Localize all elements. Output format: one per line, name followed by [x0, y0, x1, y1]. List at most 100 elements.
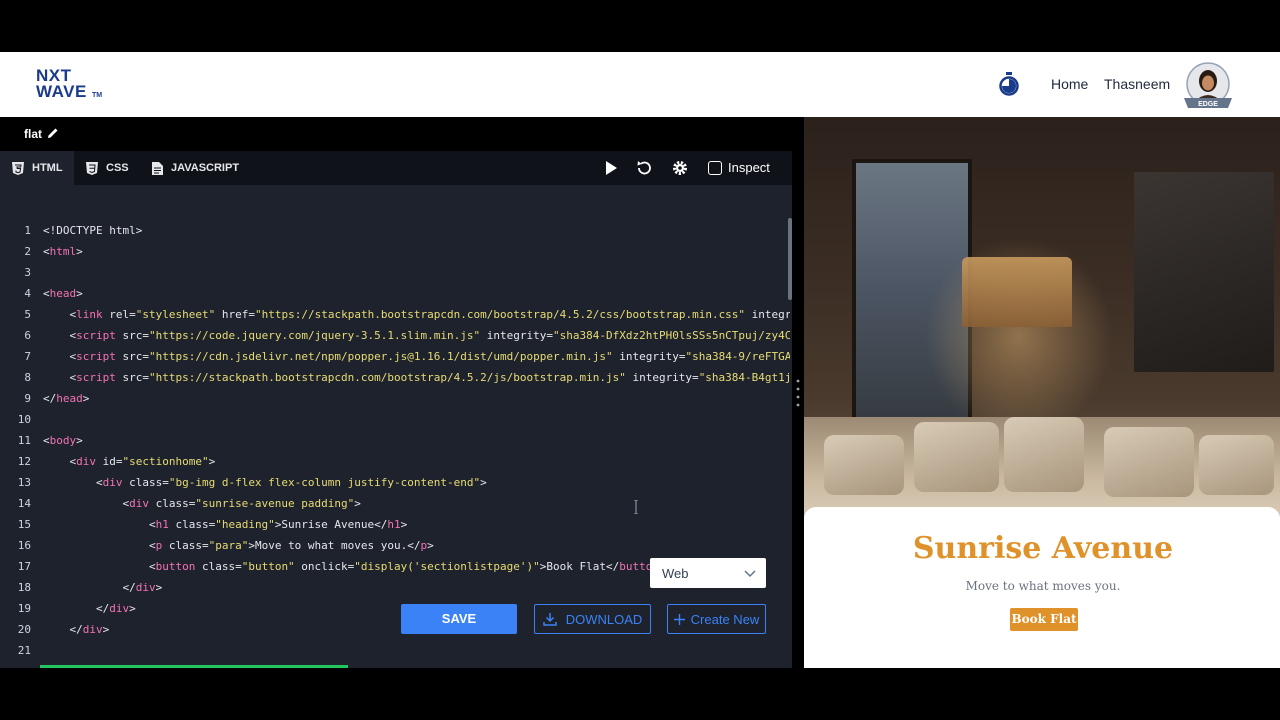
code-line[interactable]: 3 [0, 262, 790, 283]
line-number: 18 [17, 581, 31, 594]
line-content: <body> [43, 434, 83, 447]
line-number: 2 [24, 245, 31, 258]
nav-user-name[interactable]: Thasneem [1104, 76, 1170, 92]
preview-heading: Sunrise Avenue [912, 531, 1174, 566]
code-token: h1 [387, 518, 401, 531]
code-line[interactable]: 6 <script src="https://code.jquery.com/j… [0, 325, 790, 346]
tab-javascript[interactable]: JAVASCRIPT [152, 151, 252, 185]
pencil-icon[interactable] [47, 127, 59, 139]
code-token: < [43, 434, 50, 447]
hero-image-lamp [962, 257, 1072, 327]
code-token: "https://stackpath.bootstrapcdn.com/boot… [254, 308, 746, 321]
code-token: body [49, 434, 77, 447]
code-token: </ [43, 392, 57, 405]
save-button[interactable]: SAVE [401, 604, 517, 634]
hero-image-pillow [1004, 417, 1084, 492]
code-line[interactable]: 14 <div class="sunrise-avenue padding"> [0, 493, 790, 514]
code-token: "https://code.jquery.com/jquery-3.5.1.sl… [149, 329, 481, 342]
settings-gear-icon[interactable] [671, 159, 689, 177]
code-line[interactable]: 1 <!DOCTYPE html> [0, 220, 790, 241]
nav-home-link[interactable]: Home [1051, 76, 1088, 92]
chevron-down-icon [744, 570, 756, 578]
line-content: <html> [43, 245, 83, 258]
code-token: class= [168, 518, 216, 531]
inspect-checkbox[interactable] [708, 160, 722, 175]
timer-icon[interactable] [998, 72, 1020, 96]
download-button[interactable]: DOWNLOAD [534, 604, 651, 634]
code-token: class= [148, 497, 196, 510]
code-line[interactable]: 8 <script src="https://stackpath.bootstr… [0, 367, 790, 388]
code-line[interactable]: 10 [0, 409, 790, 430]
code-token: > [102, 623, 110, 636]
code-line[interactable]: 7 <script src="https://cdn.jsdelivr.net/… [0, 346, 790, 367]
code-line[interactable]: 21 [0, 640, 790, 661]
code-token: > [400, 518, 408, 531]
download-label: DOWNLOAD [565, 611, 643, 627]
hero-image-pillow [824, 435, 904, 495]
drag-handle-icon[interactable] [796, 378, 800, 408]
line-number: 20 [17, 623, 31, 636]
code-token: integrity= [480, 329, 553, 342]
code-token: "bg-img d-flex flex-column justify-conte… [168, 476, 481, 489]
tab-css-label: CSS [106, 162, 129, 174]
code-token: >Move to what moves you.</ [248, 539, 421, 552]
book-flat-button[interactable]: Book Flat [1010, 608, 1078, 631]
line-number: 10 [17, 413, 31, 426]
nxtwave-logo[interactable]: NXT WAVE TM [36, 66, 106, 102]
line-number: 5 [24, 308, 31, 321]
inspect-toggle[interactable]: Inspect [708, 160, 770, 175]
code-token: >Book Flat</ [539, 560, 620, 573]
code-token: "https://stackpath.bootstrapcdn.com/boot… [149, 371, 626, 384]
hero-image-pillow [1199, 435, 1274, 495]
code-line[interactable]: 2 <html> [0, 241, 790, 262]
code-area[interactable]: 1 <!DOCTYPE html> 2 <html> 3 4 <head> 5 <link r… [0, 220, 790, 668]
tab-css[interactable]: CSS [86, 151, 142, 185]
user-avatar[interactable]: EDGE [1182, 62, 1234, 110]
line-content: <head> [43, 287, 83, 300]
code-line[interactable]: 13 <div class="bg-img d-flex flex-column… [0, 472, 790, 493]
code-line[interactable]: 16 <p class="para">Move to what moves yo… [0, 535, 790, 556]
code-line[interactable]: 15 <h1 class="heading">Sunrise Avenue</h… [0, 514, 790, 535]
line-content: <div class="bg-img d-flex flex-column ju… [43, 476, 487, 489]
tab-html[interactable]: HTML [0, 151, 74, 185]
code-line[interactable]: 11 <body> [0, 430, 790, 451]
preview-mode-value: Web [662, 566, 689, 581]
file-name-bar: flat [0, 117, 792, 151]
code-token: src= [115, 329, 149, 342]
code-token: > [76, 245, 83, 258]
code-token: "button" [241, 560, 295, 573]
preview-mode-select[interactable]: Web [650, 558, 766, 588]
line-number: 3 [24, 266, 31, 279]
reset-icon[interactable] [635, 159, 653, 177]
code-token: div [109, 602, 130, 615]
create-new-button[interactable]: Create New [667, 604, 766, 634]
text-cursor-icon [634, 500, 638, 514]
code-line[interactable]: 5 <link rel="stylesheet" href="https://s… [0, 304, 790, 325]
line-number: 14 [17, 497, 31, 510]
sunrise-avenue-card: Sunrise Avenue Move to what moves you. B… [804, 507, 1280, 668]
code-token: "sha384-B4gt1j [698, 371, 790, 384]
code-token: > [354, 497, 361, 510]
line-content: </div> [43, 623, 109, 636]
code-token: > [76, 434, 83, 447]
hero-image-artwork [1134, 172, 1274, 372]
run-play-icon[interactable] [602, 159, 620, 177]
code-token: "para" [208, 539, 249, 552]
code-token: "https://cdn.jsdelivr.net/npm/popper.js@… [149, 350, 613, 363]
editor-horizontal-scrollbar[interactable] [40, 665, 348, 668]
line-number: 11 [17, 434, 31, 447]
code-line[interactable]: 9 </head> [0, 388, 790, 409]
code-line[interactable]: 12 <div id="sectionhome"> [0, 451, 790, 472]
line-number: 21 [17, 644, 31, 657]
hero-background-image [804, 117, 1280, 517]
code-token: </ [43, 602, 110, 615]
code-token: head [49, 287, 77, 300]
code-token: >Sunrise Avenue</ [274, 518, 388, 531]
line-content: </div> [43, 581, 162, 594]
project-name[interactable]: flat [24, 127, 42, 141]
line-content: <script src="https://cdn.jsdelivr.net/np… [43, 350, 790, 363]
code-token: < [43, 518, 156, 531]
code-line[interactable]: 4 <head> [0, 283, 790, 304]
tab-html-label: HTML [32, 162, 63, 174]
code-token: class= [162, 539, 209, 552]
